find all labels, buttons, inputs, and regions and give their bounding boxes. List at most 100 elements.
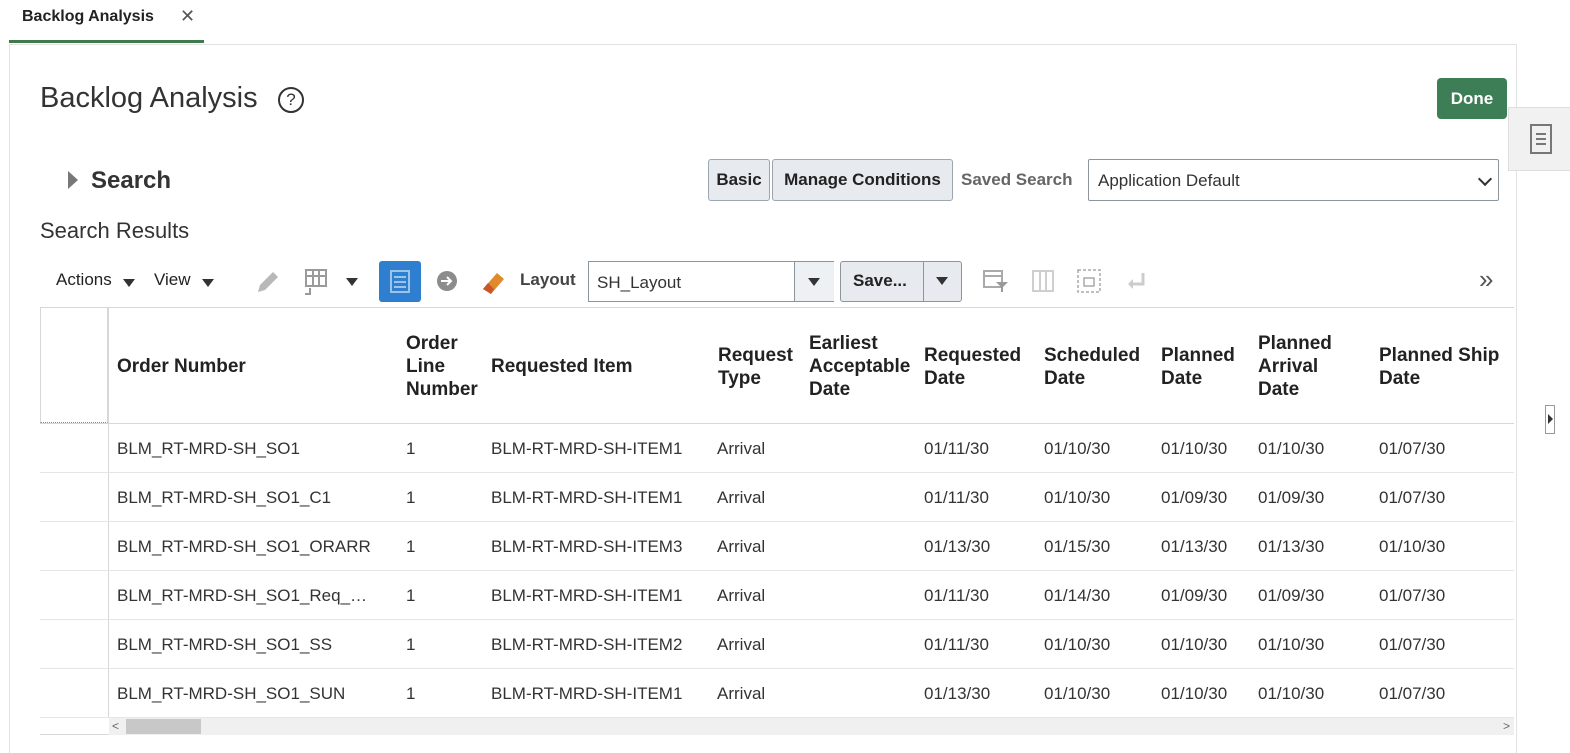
table-cell[interactable]: BLM_RT-MRD-SH_SO1_Req_… (117, 586, 367, 606)
column-header-planned-date[interactable]: Planned Date (1161, 344, 1235, 390)
table-cell: 01/07/30 (1379, 488, 1446, 507)
actions-caret-icon[interactable] (123, 279, 135, 287)
table-cell: 01/09/30 (1161, 488, 1228, 507)
table-cell: Arrival (717, 586, 766, 605)
column-header-earliest-acceptable-date[interactable]: Earliest Acceptable Date (809, 332, 910, 401)
layout-label: Layout (520, 270, 576, 289)
column-header-scheduled-date[interactable]: Scheduled Date (1044, 344, 1140, 390)
table-cell: 01/07/30 (1379, 684, 1446, 703)
table-cell[interactable]: BLM_RT-MRD-SH_SO1_ORARR (117, 537, 371, 557)
tab-label: Backlog Analysis (22, 8, 154, 25)
table-cell: 01/07/30 (1379, 635, 1446, 654)
done-button[interactable]: Done (1437, 78, 1507, 119)
table-cell[interactable]: BLM_RT-MRD-SH_SO1_SS (117, 635, 332, 655)
table-cell: 01/13/30 (1258, 537, 1325, 556)
table-cell: 01/13/30 (924, 684, 991, 703)
page-title: Backlog Analysis (40, 82, 258, 114)
scroll-right-icon[interactable]: > (1503, 718, 1510, 735)
table-cell: 01/09/30 (1161, 586, 1228, 605)
side-expand-handle[interactable] (1545, 405, 1555, 434)
column-header-planned-ship-date[interactable]: Planned Ship Date (1379, 344, 1499, 390)
go-arrow-icon[interactable] (436, 270, 458, 292)
chevron-down-icon (936, 277, 948, 285)
table-cell: 01/14/30 (1044, 586, 1111, 605)
saved-search-select[interactable]: Application Default (1088, 159, 1499, 201)
wrap-icon[interactable] (1076, 268, 1102, 294)
table-cell: 1 (406, 488, 416, 507)
horizontal-scrollbar[interactable]: < > (109, 718, 1514, 735)
column-header-requested-item[interactable]: Requested Item (491, 355, 632, 378)
overflow-icon[interactable]: » (1479, 264, 1493, 295)
freeze-icon[interactable] (1030, 268, 1056, 294)
table-cell: BLM-RT-MRD-SH-ITEM2 (491, 635, 683, 654)
table-cell: 01/10/30 (1161, 635, 1228, 654)
table-cell: Arrival (717, 488, 766, 507)
save-layout-split-button[interactable]: Save... (840, 261, 962, 302)
table-cell: Arrival (717, 537, 766, 556)
search-heading: Search (91, 167, 172, 194)
manage-conditions-button[interactable]: Manage Conditions (772, 159, 953, 201)
expand-triangle-icon[interactable] (68, 171, 78, 189)
table-cell: 01/10/30 (1258, 684, 1325, 703)
table-row[interactable]: BLM_RT-MRD-SH_SO1_C1 1 BLM-RT-MRD-SH-ITEM1… (40, 473, 1514, 522)
side-panel-drawer[interactable] (1508, 107, 1570, 171)
column-header-order-line-number[interactable]: Order Line Number (406, 332, 478, 401)
table-cell: BLM-RT-MRD-SH-ITEM1 (491, 439, 683, 458)
close-icon[interactable]: ✕ (180, 6, 195, 27)
table-row[interactable]: BLM_RT-MRD-SH_SO1_Req_… 1 BLM-RT-MRD-SH-IT… (40, 571, 1514, 620)
table-cell: 01/10/30 (1044, 635, 1111, 654)
view-caret-icon[interactable] (202, 279, 214, 287)
table-cell: 01/09/30 (1258, 586, 1325, 605)
table-row[interactable]: BLM_RT-MRD-SH_SO1_ORARR 1 BLM-RT-MRD-SH-IT… (40, 522, 1514, 571)
table-row[interactable]: BLM_RT-MRD-SH_SO1 1 BLM-RT-MRD-SH-ITEM1 Arr… (40, 424, 1514, 473)
basic-button[interactable]: Basic (708, 159, 770, 201)
table-cell: Arrival (717, 439, 766, 458)
actions-menu[interactable]: Actions (56, 270, 112, 290)
column-format-caret-icon[interactable] (346, 278, 358, 286)
table-cell[interactable]: BLM_RT-MRD-SH_SO1_SUN (117, 684, 345, 704)
table-cell: 1 (406, 635, 416, 654)
save-layout-dropdown[interactable] (923, 262, 962, 301)
table-cell: 1 (406, 586, 416, 605)
tab-backlog-analysis[interactable]: Backlog Analysis ✕ (9, 0, 204, 43)
scroll-left-icon[interactable]: < (112, 718, 119, 735)
table-row[interactable]: BLM_RT-MRD-SH_SO1_SUN 1 BLM-RT-MRD-SH-ITEM… (40, 669, 1514, 718)
table-cell: BLM-RT-MRD-SH-ITEM3 (491, 537, 683, 556)
eraser-icon[interactable] (479, 267, 509, 295)
table-row[interactable]: BLM_RT-MRD-SH_SO1_SS 1 BLM-RT-MRD-SH-ITEM2… (40, 620, 1514, 669)
table-cell[interactable]: BLM_RT-MRD-SH_SO1 (117, 439, 300, 459)
table-cell: BLM-RT-MRD-SH-ITEM1 (491, 488, 683, 507)
table-cell: 01/10/30 (1044, 684, 1111, 703)
table-cell: 01/10/30 (1258, 635, 1325, 654)
column-header-planned-arrival-date[interactable]: Planned Arrival Date (1258, 332, 1332, 401)
column-format-icon[interactable] (302, 267, 330, 297)
table-cell: 01/11/30 (924, 488, 989, 507)
table-cell: 01/10/30 (1044, 439, 1111, 458)
view-menu[interactable]: View (154, 270, 191, 290)
detach-icon[interactable] (379, 261, 421, 302)
help-icon[interactable]: ? (278, 87, 304, 113)
column-header-order-number[interactable]: Order Number (117, 355, 246, 378)
column-header-requested-date[interactable]: Requested Date (924, 344, 1021, 390)
table-cell: 01/13/30 (1161, 537, 1228, 556)
table-cell[interactable]: BLM_RT-MRD-SH_SO1_C1 (117, 488, 331, 508)
table-cell: 1 (406, 537, 416, 556)
table-cell: 01/10/30 (1161, 439, 1228, 458)
table-cell: 1 (406, 684, 416, 703)
column-header-request-type[interactable]: Request Type (718, 344, 793, 390)
filter-icon[interactable] (982, 268, 1010, 294)
table-cell: 01/07/30 (1379, 586, 1446, 605)
save-layout-button[interactable]: Save... (853, 271, 907, 291)
chevron-down-icon (808, 278, 820, 286)
table-cell: BLM-RT-MRD-SH-ITEM1 (491, 586, 683, 605)
enter-icon[interactable] (1125, 270, 1149, 294)
layout-select[interactable]: SH_Layout (588, 261, 834, 302)
scrollbar-thumb[interactable] (126, 719, 201, 734)
table-cell: BLM-RT-MRD-SH-ITEM1 (491, 684, 683, 703)
saved-search-label: Saved Search (961, 170, 1073, 189)
table-cell: 01/10/30 (1161, 684, 1228, 703)
pencil-icon[interactable] (254, 268, 282, 296)
table-cell: Arrival (717, 684, 766, 703)
table-cell: 01/11/30 (924, 586, 989, 605)
layout-dropdown-button[interactable] (794, 262, 834, 301)
